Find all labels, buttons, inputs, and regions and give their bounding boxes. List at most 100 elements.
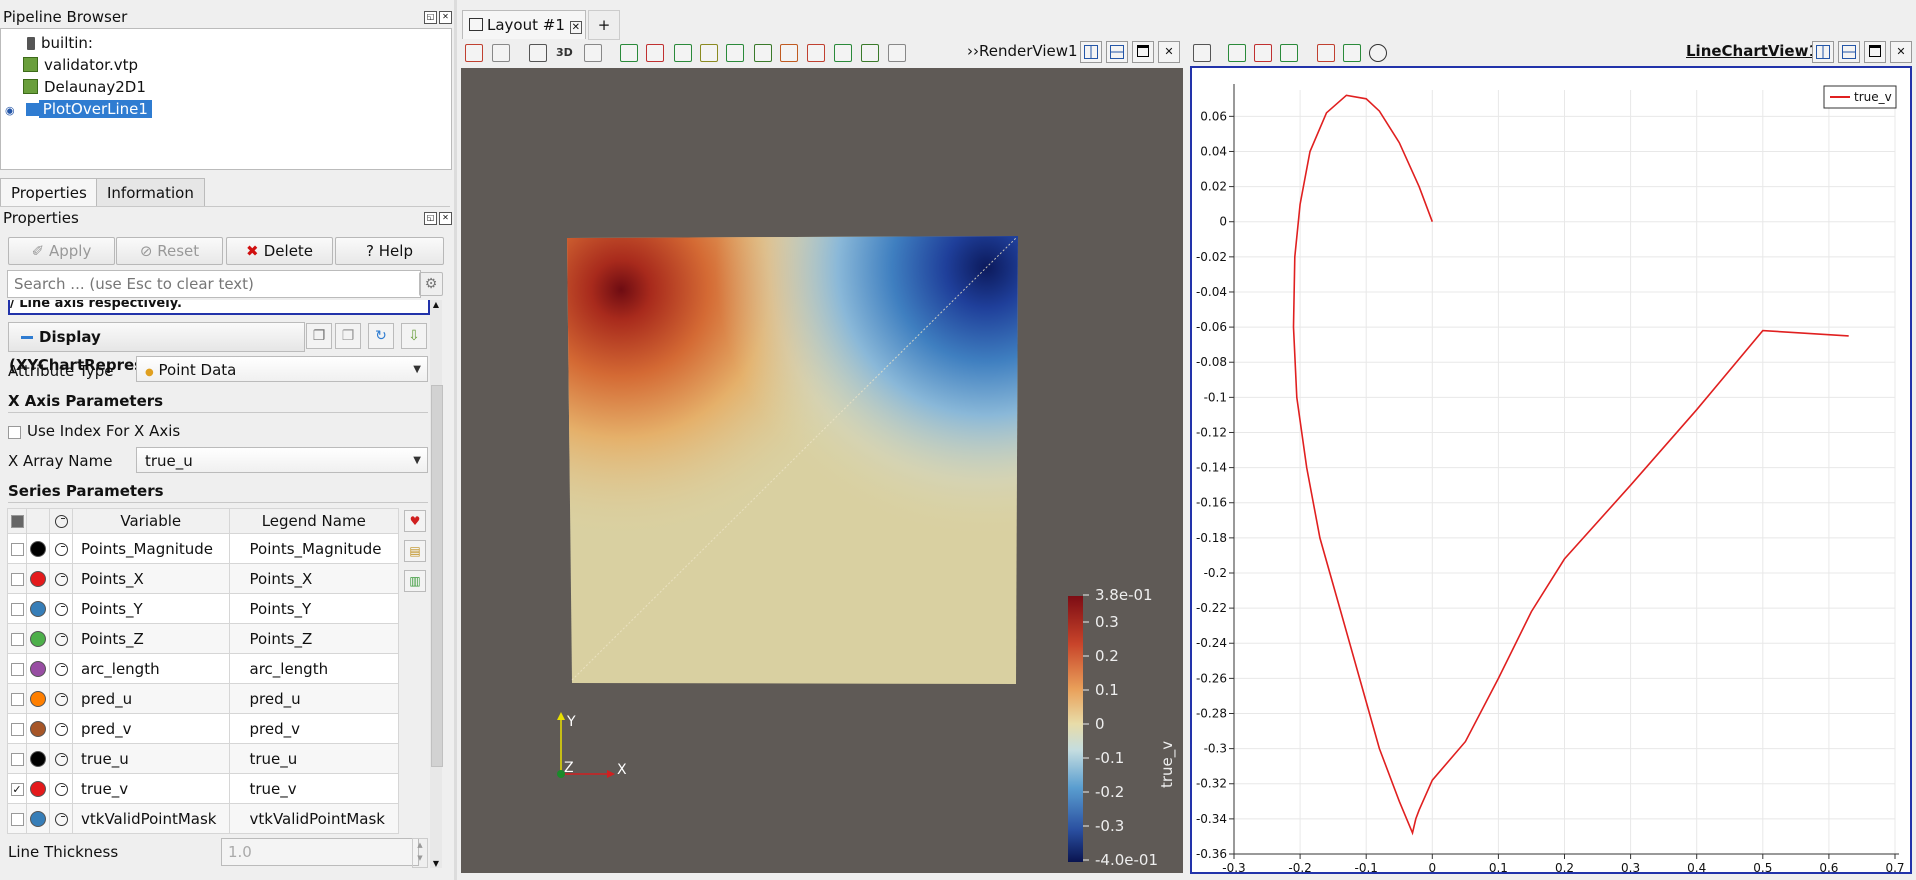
series-color-swatch[interactable] xyxy=(30,631,46,647)
copy-icon[interactable]: ❐ xyxy=(306,323,332,349)
tab-information[interactable]: Information xyxy=(96,178,205,207)
save-preset-icon[interactable]: ▥ xyxy=(404,570,426,592)
save-defaults-icon[interactable]: ⇩ xyxy=(401,323,427,349)
chart-split-horizontal-icon[interactable] xyxy=(1812,41,1834,63)
line-chart[interactable]: -0.3 -0.2 -0.1 0 0.1 0.2 0.3 0.4 0.5 0.6 0.7 0.06 0.… xyxy=(1192,68,1910,875)
float-icon[interactable]: ◱ xyxy=(424,212,437,225)
series-legend-name[interactable]: true_v xyxy=(228,773,399,804)
chart-close-icon[interactable]: ✕ xyxy=(1890,41,1912,63)
series-color-cell[interactable] xyxy=(26,713,50,744)
x-array-select[interactable]: true_u ▼ xyxy=(136,447,428,473)
render-camera-tool-2-icon[interactable] xyxy=(492,44,510,62)
chart-tool-6-icon[interactable] xyxy=(1343,44,1361,62)
checkbox-box[interactable] xyxy=(8,425,21,439)
reload-icon[interactable]: ↻ xyxy=(368,323,394,349)
variable-column-header[interactable]: Variable xyxy=(72,508,230,534)
series-color-cell[interactable] xyxy=(26,623,50,654)
series-color-swatch[interactable] xyxy=(30,811,46,827)
series-row[interactable]: true_u true_u xyxy=(7,743,399,774)
pipeline-item-plotoverline[interactable]: ◉ PlotOverLine1 xyxy=(5,99,152,119)
series-visible-checkbox[interactable] xyxy=(10,812,24,826)
series-row[interactable]: Points_X Points_X xyxy=(7,563,399,594)
series-legend-name[interactable]: true_u xyxy=(228,743,399,774)
close-tab-icon[interactable]: ✕ xyxy=(569,21,583,34)
series-style-cell[interactable] xyxy=(49,803,73,834)
render-select-tool-6-icon[interactable] xyxy=(700,44,718,62)
gear-icon[interactable]: ⚙ xyxy=(419,272,443,296)
search-input[interactable]: Search ... (use Esc to clear text) xyxy=(7,270,421,298)
pipeline-item-delaunay[interactable]: Delaunay2D1 xyxy=(23,77,146,97)
series-style-cell[interactable] xyxy=(49,713,73,744)
render-camera-tool-1-icon[interactable] xyxy=(465,44,483,62)
scroll-thumb[interactable] xyxy=(431,385,443,767)
scroll-up-icon[interactable]: ▲ xyxy=(430,300,442,309)
series-visible-checkbox[interactable] xyxy=(10,602,24,616)
series-row[interactable]: ✓ true_v true_v xyxy=(7,773,399,804)
series-color-cell[interactable] xyxy=(26,683,50,714)
apply-button[interactable]: ✐ Apply xyxy=(8,237,115,265)
series-visible-cell[interactable]: ✓ xyxy=(7,773,27,804)
layout-tab[interactable]: Layout #1 ✕ xyxy=(462,10,586,39)
series-legend-name[interactable]: Points_Y xyxy=(228,593,399,624)
render-select-tool-11-icon[interactable] xyxy=(834,44,852,62)
render-select-tool-1-icon[interactable] xyxy=(529,44,547,62)
series-row[interactable]: arc_length arc_length xyxy=(7,653,399,684)
series-visible-cell[interactable] xyxy=(7,533,27,564)
series-visible-checkbox[interactable] xyxy=(10,662,24,676)
render-split-vertical-icon[interactable] xyxy=(1106,41,1128,63)
render-select-tool-9-icon[interactable] xyxy=(780,44,798,62)
render-select-tool-13-icon[interactable] xyxy=(888,44,906,62)
close-icon[interactable]: ✕ xyxy=(439,212,452,225)
display-section-header[interactable]: Display (XYChartRepresentation) xyxy=(8,322,305,374)
series-legend-name[interactable]: Points_X xyxy=(228,563,399,594)
series-color-cell[interactable] xyxy=(26,743,50,774)
series-style-cell[interactable] xyxy=(49,683,73,714)
series-legend-name[interactable]: Points_Z xyxy=(228,623,399,654)
render-canvas[interactable]: 3.8e-01 0.3 0.2 0.1 0 -0.1 -0.2 -0.3 -4.0e-01 tr… xyxy=(461,68,1183,873)
series-color-swatch[interactable] xyxy=(30,601,46,617)
series-visible-cell[interactable] xyxy=(7,623,27,654)
render-maximize-icon[interactable] xyxy=(1132,41,1154,63)
series-legend-name[interactable]: Points_Magnitude xyxy=(228,533,399,564)
help-button[interactable]: ? Help xyxy=(335,237,444,265)
chart-tool-3-icon[interactable] xyxy=(1254,44,1272,62)
render-select-tool-2-icon[interactable] xyxy=(584,44,602,62)
series-style-cell[interactable] xyxy=(49,743,73,774)
series-visible-cell[interactable] xyxy=(7,803,27,834)
series-style-cell[interactable] xyxy=(49,653,73,684)
scroll-down-icon[interactable]: ▼ xyxy=(430,859,442,868)
series-visible-cell[interactable] xyxy=(7,653,27,684)
favorites-icon[interactable]: ♥ xyxy=(404,510,426,532)
series-color-swatch[interactable] xyxy=(30,541,46,557)
mode-3d-button[interactable]: 3D xyxy=(556,46,573,59)
chart-tool-7-icon[interactable] xyxy=(1369,44,1387,62)
render-select-tool-7-icon[interactable] xyxy=(726,44,744,62)
float-icon[interactable]: ◱ xyxy=(424,11,437,24)
series-color-swatch[interactable] xyxy=(30,781,46,797)
series-style-cell[interactable] xyxy=(49,563,73,594)
chart-tool-4-icon[interactable] xyxy=(1280,44,1298,62)
series-visible-checkbox[interactable] xyxy=(10,752,24,766)
series-style-cell[interactable] xyxy=(49,533,73,564)
delete-button[interactable]: ✖ Delete xyxy=(226,237,333,265)
series-style-cell[interactable] xyxy=(49,773,73,804)
series-row[interactable]: Points_Magnitude Points_Magnitude xyxy=(7,533,399,564)
series-visible-cell[interactable] xyxy=(7,683,27,714)
series-visible-cell[interactable] xyxy=(7,593,27,624)
series-color-cell[interactable] xyxy=(26,563,50,594)
series-legend-name[interactable]: pred_u xyxy=(228,683,399,714)
use-index-checkbox[interactable] xyxy=(8,424,21,440)
render-view[interactable]: 3.8e-01 0.3 0.2 0.1 0 -0.1 -0.2 -0.3 -4.0e-01 tr… xyxy=(461,68,1183,873)
series-table[interactable]: Variable Legend Name Points_Magnitude Poi… xyxy=(7,508,399,834)
series-legend-name[interactable]: arc_length xyxy=(228,653,399,684)
panel-splitter[interactable] xyxy=(454,0,457,880)
series-row[interactable]: pred_u pred_u xyxy=(7,683,399,714)
series-color-swatch[interactable] xyxy=(30,571,46,587)
chart-maximize-icon[interactable] xyxy=(1864,41,1886,63)
render-select-tool-12-icon[interactable] xyxy=(861,44,879,62)
pipeline-tree[interactable]: builtin: validator.vtp Delaunay2D1 ◉ Plo… xyxy=(0,28,452,170)
series-legend-name[interactable]: pred_v xyxy=(228,713,399,744)
series-visible-checkbox[interactable] xyxy=(10,632,24,646)
render-select-tool-10-icon[interactable] xyxy=(807,44,825,62)
series-visible-checkbox[interactable] xyxy=(10,542,24,556)
